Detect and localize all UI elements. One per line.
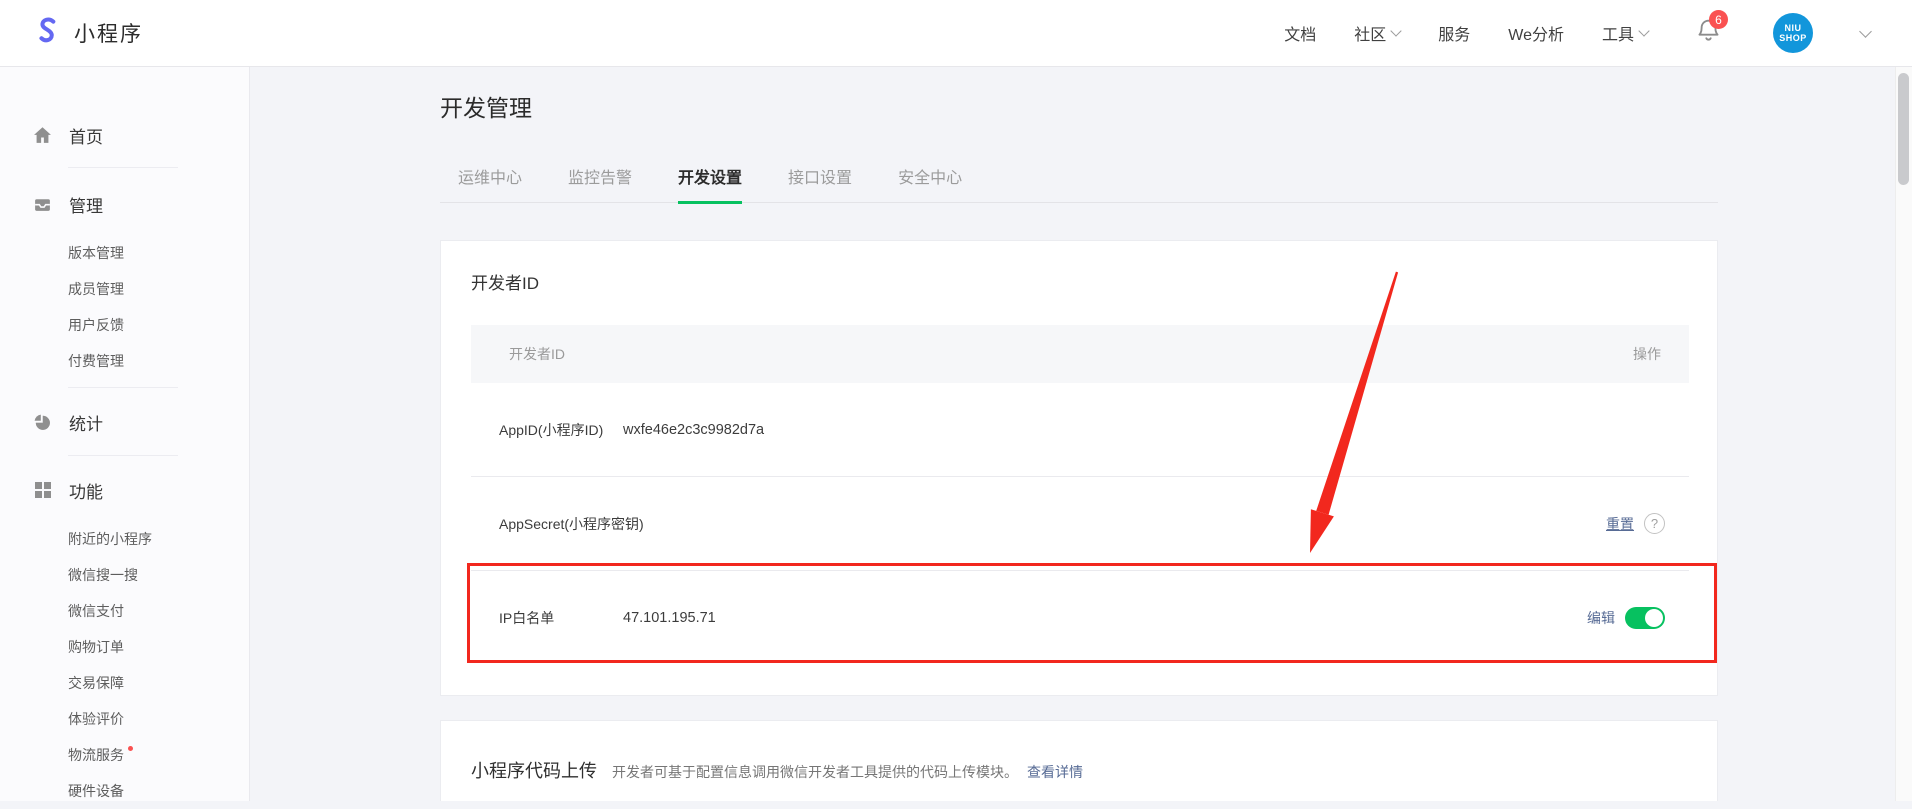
grid-icon [33,481,52,500]
features-submenu: 附近的小程序 微信搜一搜 微信支付 购物订单 交易保障 体验评价 物流服务 硬件… [0,521,249,809]
pie-chart-icon [33,413,52,432]
reset-link[interactable]: 重置 [1606,514,1634,534]
header-nav: 文档 社区 服务 We分析 工具 6 NIU SHOP [1284,13,1870,53]
new-indicator-dot [128,746,133,751]
code-upload-card: 小程序代码上传 开发者可基于配置信息调用微信开发者工具提供的代码上传模块。 查看… [440,720,1718,801]
sidebar-item-logistics-service[interactable]: 物流服务 [0,737,249,773]
avatar[interactable]: NIU SHOP [1773,13,1813,53]
help-icon[interactable]: ? [1644,513,1665,534]
code-upload-heading: 小程序代码上传 [471,757,597,783]
nav-docs[interactable]: 文档 [1284,21,1316,45]
appid-label: AppID(小程序ID) [499,420,623,440]
sidebar-item-transaction-guarantee[interactable]: 交易保障 [0,665,249,701]
sidebar-item-shopping-orders[interactable]: 购物订单 [0,629,249,665]
table-row-ip-whitelist: IP白名单 47.101.195.71 编辑 [471,571,1689,665]
edit-link[interactable]: 编辑 [1587,608,1615,628]
sidebar-item-experience-rating[interactable]: 体验评价 [0,701,249,737]
sidebar-divider [68,455,178,456]
appid-value: wxfe46e2c3c9982d7a [623,422,764,438]
logo-title: 小程序 [74,18,143,48]
developer-id-heading: 开发者ID [471,269,539,294]
nav-community[interactable]: 社区 [1354,21,1400,45]
ip-whitelist-toggle[interactable] [1625,607,1665,629]
miniprogram-logo-icon [32,15,63,51]
sidebar-item-wechat-search[interactable]: 微信搜一搜 [0,557,249,593]
tab-security-center[interactable]: 安全中心 [898,164,962,202]
manage-submenu: 版本管理 成员管理 用户反馈 付费管理 [0,235,249,379]
page-title: 开发管理 [440,89,532,123]
sidebar-item-version-manage[interactable]: 版本管理 [0,235,249,271]
tab-api-settings[interactable]: 接口设置 [788,164,852,202]
sidebar-item-statistics[interactable]: 统计 [0,402,249,442]
sidebar: 首页 管理 版本管理 成员管理 用户反馈 付费管理 统计 功能 [0,67,250,801]
bell-icon [1696,31,1721,48]
page-scrollbar[interactable] [1895,67,1912,801]
table-header: 开发者ID 操作 [471,325,1689,383]
sidebar-item-wechat-pay[interactable]: 微信支付 [0,593,249,629]
main-content: 开发管理 运维中心 监控告警 开发设置 接口设置 安全中心 开发者ID 开发者I… [250,67,1896,801]
column-developer-id: 开发者ID [509,344,565,364]
scrollbar-thumb[interactable] [1898,73,1909,185]
tab-ops-center[interactable]: 运维中心 [458,164,522,202]
top-header: 小程序 文档 社区 服务 We分析 工具 6 NIU SHOP [0,0,1912,67]
table-row-appsecret: AppSecret(小程序密钥) 重置 ? [471,477,1689,571]
sidebar-item-paid-manage[interactable]: 付费管理 [0,343,249,379]
tray-icon [33,195,52,214]
notification-badge: 6 [1709,10,1728,29]
toggle-knob [1645,609,1663,627]
tab-dev-settings[interactable]: 开发设置 [678,164,742,204]
code-upload-description: 开发者可基于配置信息调用微信开发者工具提供的代码上传模块。 [612,762,1018,782]
ip-whitelist-value: 47.101.195.71 [623,610,716,626]
view-details-link[interactable]: 查看详情 [1027,762,1083,782]
sidebar-item-features[interactable]: 功能 [0,470,249,510]
nav-tools[interactable]: 工具 [1602,21,1648,45]
sidebar-divider [68,167,178,168]
appsecret-label: AppSecret(小程序密钥) [499,514,623,534]
sidebar-item-user-feedback[interactable]: 用户反馈 [0,307,249,343]
chevron-down-icon [1391,25,1402,36]
chevron-down-icon [1638,25,1649,36]
tab-bar: 运维中心 监控告警 开发设置 接口设置 安全中心 [440,164,1718,203]
nav-weanalyse[interactable]: We分析 [1508,21,1564,45]
sidebar-item-manage[interactable]: 管理 [0,184,249,224]
sidebar-divider [68,387,178,388]
nav-services[interactable]: 服务 [1438,21,1470,45]
sidebar-item-home[interactable]: 首页 [0,115,249,155]
developer-id-rows: AppID(小程序ID) wxfe46e2c3c9982d7a AppSecre… [471,383,1689,665]
column-action: 操作 [1633,344,1661,364]
account-chevron-down-icon[interactable] [1859,25,1872,38]
developer-id-card: 开发者ID 开发者ID 操作 AppID(小程序ID) wxfe46e2c3c9… [440,240,1718,696]
miniprogram-logo[interactable]: 小程序 [32,15,143,51]
sidebar-item-hardware-device[interactable]: 硬件设备 [0,773,249,809]
home-icon [33,126,52,145]
ip-whitelist-label: IP白名单 [499,608,623,628]
sidebar-item-nearby-miniprogram[interactable]: 附近的小程序 [0,521,249,557]
notification-bell-button[interactable]: 6 [1696,17,1721,49]
table-row-appid: AppID(小程序ID) wxfe46e2c3c9982d7a [471,383,1689,477]
sidebar-item-member-manage[interactable]: 成员管理 [0,271,249,307]
tab-monitor-alerts[interactable]: 监控告警 [568,164,632,202]
